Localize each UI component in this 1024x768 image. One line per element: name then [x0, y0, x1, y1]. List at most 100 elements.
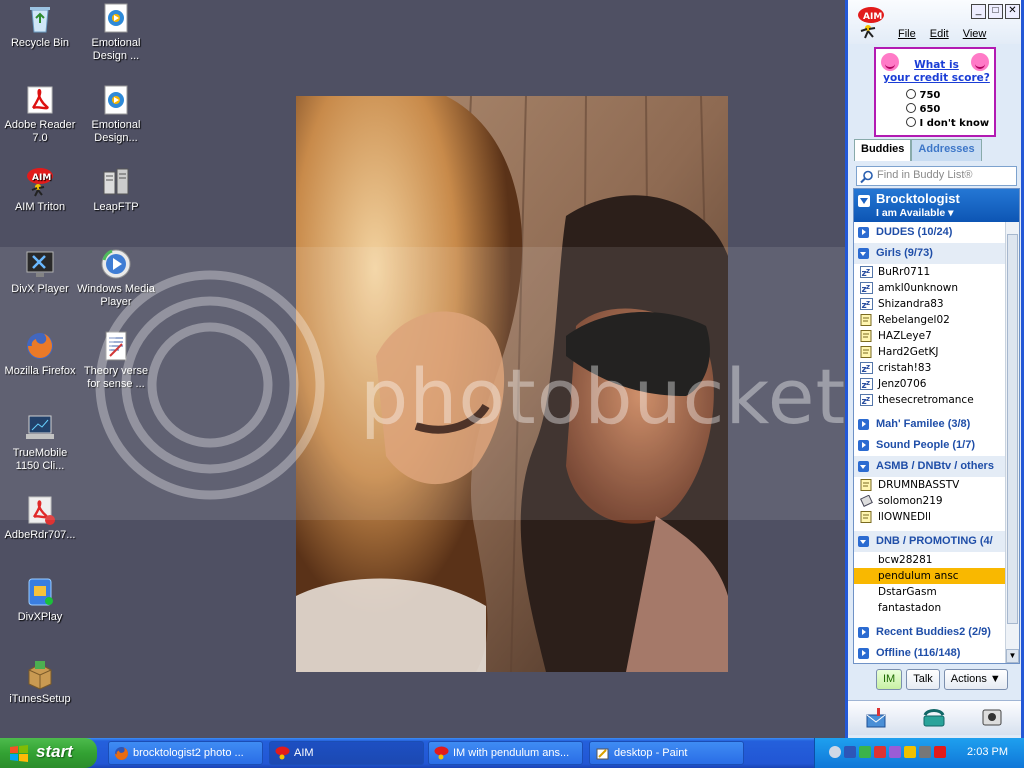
task-paint[interactable]: desktop - Paint	[589, 741, 744, 765]
desktop-icon-label: LeapFTP	[93, 201, 139, 213]
buddy-item[interactable]: fantastadon	[854, 600, 1019, 616]
buddy-item[interactable]: z z thesecretromance	[854, 392, 1019, 408]
buddy-item[interactable]: HAZLeye7	[854, 328, 1019, 344]
tray-messenger-icon[interactable]	[904, 746, 916, 758]
tab-addresses[interactable]: Addresses	[911, 139, 982, 161]
buddy-group-label: Mah' Familee (3/8)	[876, 418, 971, 430]
tray-aim-icon[interactable]	[934, 746, 946, 758]
tray-collapse-icon[interactable]	[829, 746, 841, 758]
menu-file[interactable]: File	[898, 28, 916, 40]
menu-edit[interactable]: Edit	[930, 28, 949, 40]
mailbox-icon[interactable]	[864, 707, 890, 729]
buddy-item[interactable]: z z cristah!83	[854, 360, 1019, 376]
radio-icon[interactable]	[905, 103, 916, 113]
buddy-group[interactable]: DNB / PROMOTING (4/	[854, 531, 1019, 552]
desktop-icon-emotional-design-1[interactable]: Emotional Design ...	[76, 2, 156, 63]
recycle-bin-icon	[24, 2, 56, 34]
ad-option-dont-know[interactable]: I don't know	[905, 117, 989, 129]
desktop-icon-label: TrueMobile 1150 Cli...	[12, 447, 68, 472]
desktop-icon-adobe-reader[interactable]: Adobe Reader 7.0	[0, 84, 80, 145]
expand-right-icon[interactable]	[858, 227, 869, 238]
desktop-icon-theory-verse[interactable]: Theory verse for sense ...	[76, 330, 156, 391]
buddy-item[interactable]: z z BuRr0711	[854, 264, 1019, 280]
ad-option-650[interactable]: 650	[905, 103, 940, 115]
ad-link[interactable]: What is your credit score?	[882, 59, 992, 85]
credit-score-ad[interactable]: What is your credit score? 750 650 I don…	[873, 47, 996, 137]
buddy-list-scrollbar[interactable]: ▼	[1005, 222, 1019, 663]
expand-right-icon[interactable]	[858, 419, 869, 430]
desktop-icon-windows-media-player[interactable]: Windows Media Player	[76, 248, 156, 309]
im-button[interactable]: IM	[876, 669, 903, 690]
expand-right-icon[interactable]	[858, 627, 869, 638]
desktop-icon-itunessetup[interactable]: iTunesSetup	[0, 658, 80, 706]
close-button[interactable]: ✕	[1005, 4, 1020, 19]
svg-text:z: z	[866, 395, 870, 403]
buddy-item[interactable]: z z amkl0unknown	[854, 280, 1019, 296]
webcam-icon[interactable]	[979, 707, 1005, 729]
buddy-group[interactable]: Recent Buddies2 (2/9)	[854, 622, 1019, 643]
task-aim[interactable]: AIM	[269, 741, 424, 765]
buddy-item[interactable]: DstarGasm	[854, 584, 1019, 600]
my-status-header[interactable]: Brocktologist I am Available ▾	[854, 189, 1019, 222]
tray-app-icon[interactable]	[889, 746, 901, 758]
desktop-icon-divx-player[interactable]: DivX Player	[0, 248, 80, 296]
desktop-icon-adberdr707[interactable]: AdbeRdr707...	[0, 494, 80, 542]
buddy-item[interactable]: llOWNEDll	[854, 509, 1019, 525]
buddy-group[interactable]: Girls (9/73)	[854, 243, 1019, 264]
tab-buddies[interactable]: Buddies	[854, 139, 912, 161]
expand-right-icon[interactable]	[858, 648, 869, 659]
talk-button[interactable]: Talk	[906, 669, 940, 690]
buddy-list[interactable]: Brocktologist I am Available ▾ DUDES (10…	[853, 188, 1020, 664]
tray-network-icon[interactable]	[859, 746, 871, 758]
ad-option-750[interactable]: 750	[905, 89, 940, 101]
buddy-search-input[interactable]: Find in Buddy List®	[856, 166, 1017, 186]
buddy-item[interactable]: z z Shizandra83	[854, 296, 1019, 312]
menu-view[interactable]: View	[963, 28, 987, 40]
expand-down-icon[interactable]	[858, 248, 869, 259]
buddy-group[interactable]: DUDES (10/24)	[854, 222, 1019, 243]
buddy-item[interactable]: DRUMNBASSTV	[854, 477, 1019, 493]
buddy-group[interactable]: ASMB / DNBtv / others	[854, 456, 1019, 477]
desktop-icon-emotional-design-2[interactable]: Emotional Design...	[76, 84, 156, 145]
tray-firefox-icon[interactable]	[844, 746, 856, 758]
start-button[interactable]: start	[0, 738, 97, 768]
maximize-button[interactable]: □	[988, 4, 1003, 19]
task-im-window[interactable]: IM with pendulum ans...	[428, 741, 583, 765]
actions-button[interactable]: Actions ▼	[943, 669, 1008, 690]
buddy-group-label: Girls (9/73)	[876, 247, 933, 259]
desktop-icon-leapftp[interactable]: LeapFTP	[76, 166, 156, 214]
task-browser[interactable]: brocktologist2 photo ...	[108, 741, 263, 765]
desktop-icon-recycle-bin[interactable]: Recycle Bin	[0, 2, 80, 50]
aim-titlebar[interactable]: AIM _ □ ✕ File Edit View	[848, 0, 1021, 44]
scrollbar-thumb[interactable]	[1007, 234, 1018, 624]
tray-volume-icon[interactable]	[919, 746, 931, 758]
minimize-button[interactable]: _	[971, 4, 986, 19]
radio-icon[interactable]	[905, 89, 916, 99]
expand-right-icon[interactable]	[858, 440, 869, 451]
desktop-icon-mozilla-firefox[interactable]: Mozilla Firefox	[0, 330, 80, 378]
paint-icon	[596, 748, 609, 760]
buddy-item[interactable]: pendulum ansc	[854, 568, 1019, 584]
radio-icon[interactable]	[905, 117, 916, 127]
buddy-item[interactable]: Hard2GetKJ	[854, 344, 1019, 360]
my-availability[interactable]: I am Available ▾	[876, 207, 953, 219]
tray-antivirus-icon[interactable]	[874, 746, 886, 758]
buddy-group[interactable]: Mah' Familee (3/8)	[854, 414, 1019, 435]
aim-buddy-list-window[interactable]: AIM _ □ ✕ File Edit View What is your cr…	[845, 0, 1024, 738]
expand-down-icon[interactable]	[858, 461, 869, 472]
buddy-item[interactable]: solomon219	[854, 493, 1019, 509]
buddy-item[interactable]: z z Jenz0706	[854, 376, 1019, 392]
desktop-icon-truemobile[interactable]: TrueMobile 1150 Cli...	[0, 412, 80, 473]
phone-icon[interactable]	[921, 707, 947, 729]
buddy-group[interactable]: Sound People (1/7)	[854, 435, 1019, 456]
scroll-down-button[interactable]: ▼	[1006, 649, 1019, 663]
desktop-icon-divxplay[interactable]: DivXPlay	[0, 576, 80, 624]
buddy-item[interactable]: Rebelangel02	[854, 312, 1019, 328]
buddy-name: thesecretromance	[878, 394, 974, 406]
desktop-icon-aim-triton[interactable]: AIM AIM Triton	[0, 166, 80, 214]
clock[interactable]: 2:03 PM	[967, 746, 1008, 758]
expand-down-icon[interactable]	[858, 536, 869, 547]
buddy-group[interactable]: Offline (116/148)	[854, 643, 1019, 663]
collapse-arrow-icon[interactable]	[858, 195, 870, 207]
buddy-item[interactable]: bcw28281	[854, 552, 1019, 568]
